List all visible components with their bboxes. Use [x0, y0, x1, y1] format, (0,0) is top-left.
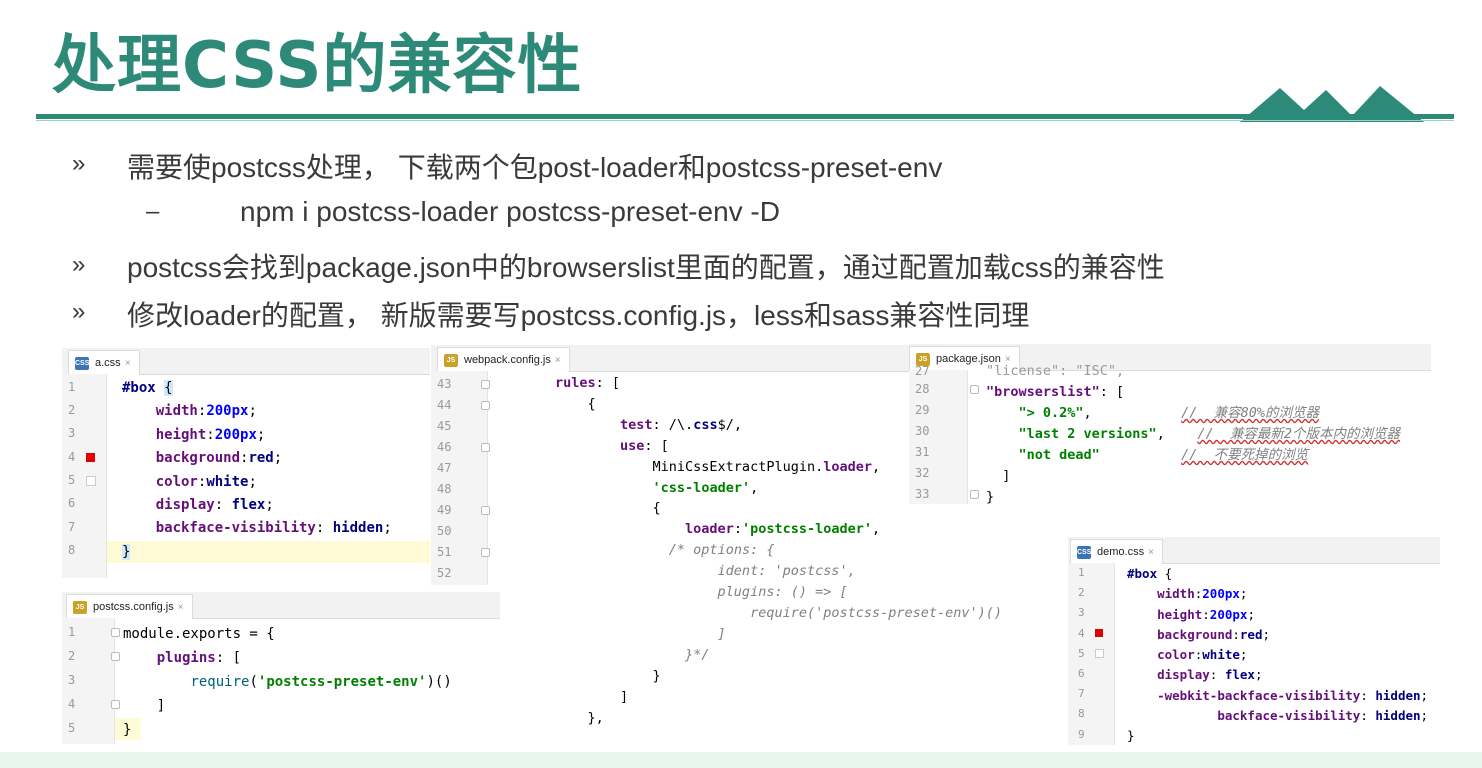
color-swatch-white-icon [86, 476, 96, 486]
line-number: 8 [68, 543, 76, 557]
line-number: 7 [1078, 687, 1085, 700]
bullet-text: postcss会找到package.json中的browserslist里面的配… [127, 252, 1165, 283]
editor-demo-css: CSS demo.css × 1 2 3 4 5 6 7 8 9 #box { w… [1068, 537, 1440, 745]
bullet-text: 修改loader的配置， 新版需要写postcss.config.js，less… [127, 300, 1030, 331]
line-number: 4 [68, 450, 76, 464]
js-file-icon: JS [73, 601, 87, 614]
line-number: 5 [1078, 647, 1085, 660]
fold-marker-icon[interactable] [481, 443, 490, 452]
code-block[interactable]: module.exports = { plugins: [ require('p… [123, 622, 452, 742]
line-number: 4 [1078, 627, 1085, 640]
footer-strip [0, 752, 1482, 768]
page-title: 处理CSS的兼容性 [52, 29, 583, 103]
close-icon[interactable]: × [178, 602, 184, 613]
color-swatch-red-icon [86, 453, 95, 462]
line-number: 3 [68, 426, 76, 440]
editor-postcss-config: JS postcss.config.js × 1 2 3 4 5 module.e… [62, 592, 500, 744]
code-block[interactable]: #box { width:200px; height:200px; backgr… [122, 377, 392, 564]
fold-marker-icon[interactable] [111, 700, 120, 709]
bullet-text: 需要使postcss处理， 下载两个包post-loader和postcss-p… [127, 152, 943, 183]
line-number: 50 [437, 524, 452, 538]
fold-marker-icon[interactable] [481, 506, 490, 515]
package-code-block[interactable]: "license": "ISC", "browserslist": [ "> 0… [986, 361, 1400, 508]
tab-label: a.css [95, 357, 121, 369]
close-icon[interactable]: × [555, 355, 561, 366]
tab-postcss-config[interactable]: JS postcss.config.js × [66, 594, 193, 619]
fold-marker-icon[interactable] [481, 380, 490, 389]
tab-webpack-config[interactable]: JS webpack.config.js × [437, 347, 570, 372]
tab-label: webpack.config.js [464, 354, 551, 366]
close-icon[interactable]: × [125, 358, 131, 369]
line-number: 9 [1078, 728, 1085, 741]
line-number: 6 [1078, 667, 1085, 680]
line-number: 43 [437, 377, 452, 391]
line-number: 52 [437, 566, 452, 580]
css-file-icon: CSS [75, 357, 89, 370]
title-divider [36, 114, 1454, 119]
line-number: 1 [1078, 566, 1085, 579]
line-number: 5 [68, 473, 76, 487]
line-number: 1 [68, 380, 76, 394]
color-swatch-white-icon [1095, 649, 1104, 658]
tab-label: postcss.config.js [93, 601, 174, 613]
line-number: 8 [1078, 707, 1085, 720]
tab-label: demo.css [1097, 546, 1145, 558]
line-number: 4 [68, 697, 76, 711]
line-number: 6 [68, 496, 76, 510]
bullet-marker: – [146, 198, 160, 225]
webpack-code-block[interactable]: rules: [ { test: /\.css$/, use: [ MiniCs… [555, 373, 1002, 728]
js-file-icon: JS [444, 354, 458, 367]
color-swatch-red-icon [1095, 629, 1103, 637]
fold-marker-icon[interactable] [111, 652, 120, 661]
editor-tabbar: CSS a.css × [62, 348, 430, 375]
bullet-marker: » [72, 251, 86, 278]
line-number: 48 [437, 482, 452, 496]
bullet-text: npm i postcss-loader postcss-preset-env … [240, 196, 780, 227]
editor-tabbar: JS postcss.config.js × [62, 592, 500, 619]
line-number: 44 [437, 398, 452, 412]
line-number: 2 [68, 403, 76, 417]
css-file-icon: CSS [1077, 546, 1091, 559]
line-number: 2 [68, 649, 76, 663]
line-number: 5 [68, 721, 76, 735]
line-number: 46 [437, 440, 452, 454]
tab-a-css[interactable]: CSS a.css × [68, 350, 140, 375]
line-number: 1 [68, 625, 76, 639]
line-gutter [1068, 563, 1115, 745]
close-icon[interactable]: × [1148, 547, 1154, 558]
line-number: 49 [437, 503, 452, 517]
editor-tabbar: JS webpack.config.js × [431, 345, 909, 372]
editor-tabbar: CSS demo.css × [1068, 537, 1440, 564]
title-divider-shadow [36, 120, 1454, 121]
bullet-marker: » [72, 150, 86, 177]
line-number: 2 [1078, 586, 1085, 599]
line-number: 47 [437, 461, 452, 475]
tab-demo-css[interactable]: CSS demo.css × [1070, 539, 1163, 564]
fold-marker-icon[interactable] [481, 548, 490, 557]
code-block[interactable]: #box { width:200px; height:200px; backgr… [1127, 564, 1428, 745]
bullet-marker: » [72, 298, 86, 325]
fold-marker-icon[interactable] [111, 628, 120, 637]
fold-marker-icon[interactable] [481, 401, 490, 410]
line-number: 3 [1078, 606, 1085, 619]
line-number: 7 [68, 520, 76, 534]
editor-a-css: CSS a.css × 1 2 3 4 5 6 7 8 #box { width:… [62, 348, 430, 578]
line-number: 3 [68, 673, 76, 687]
line-number: 51 [437, 545, 452, 559]
line-number: 45 [437, 419, 452, 433]
